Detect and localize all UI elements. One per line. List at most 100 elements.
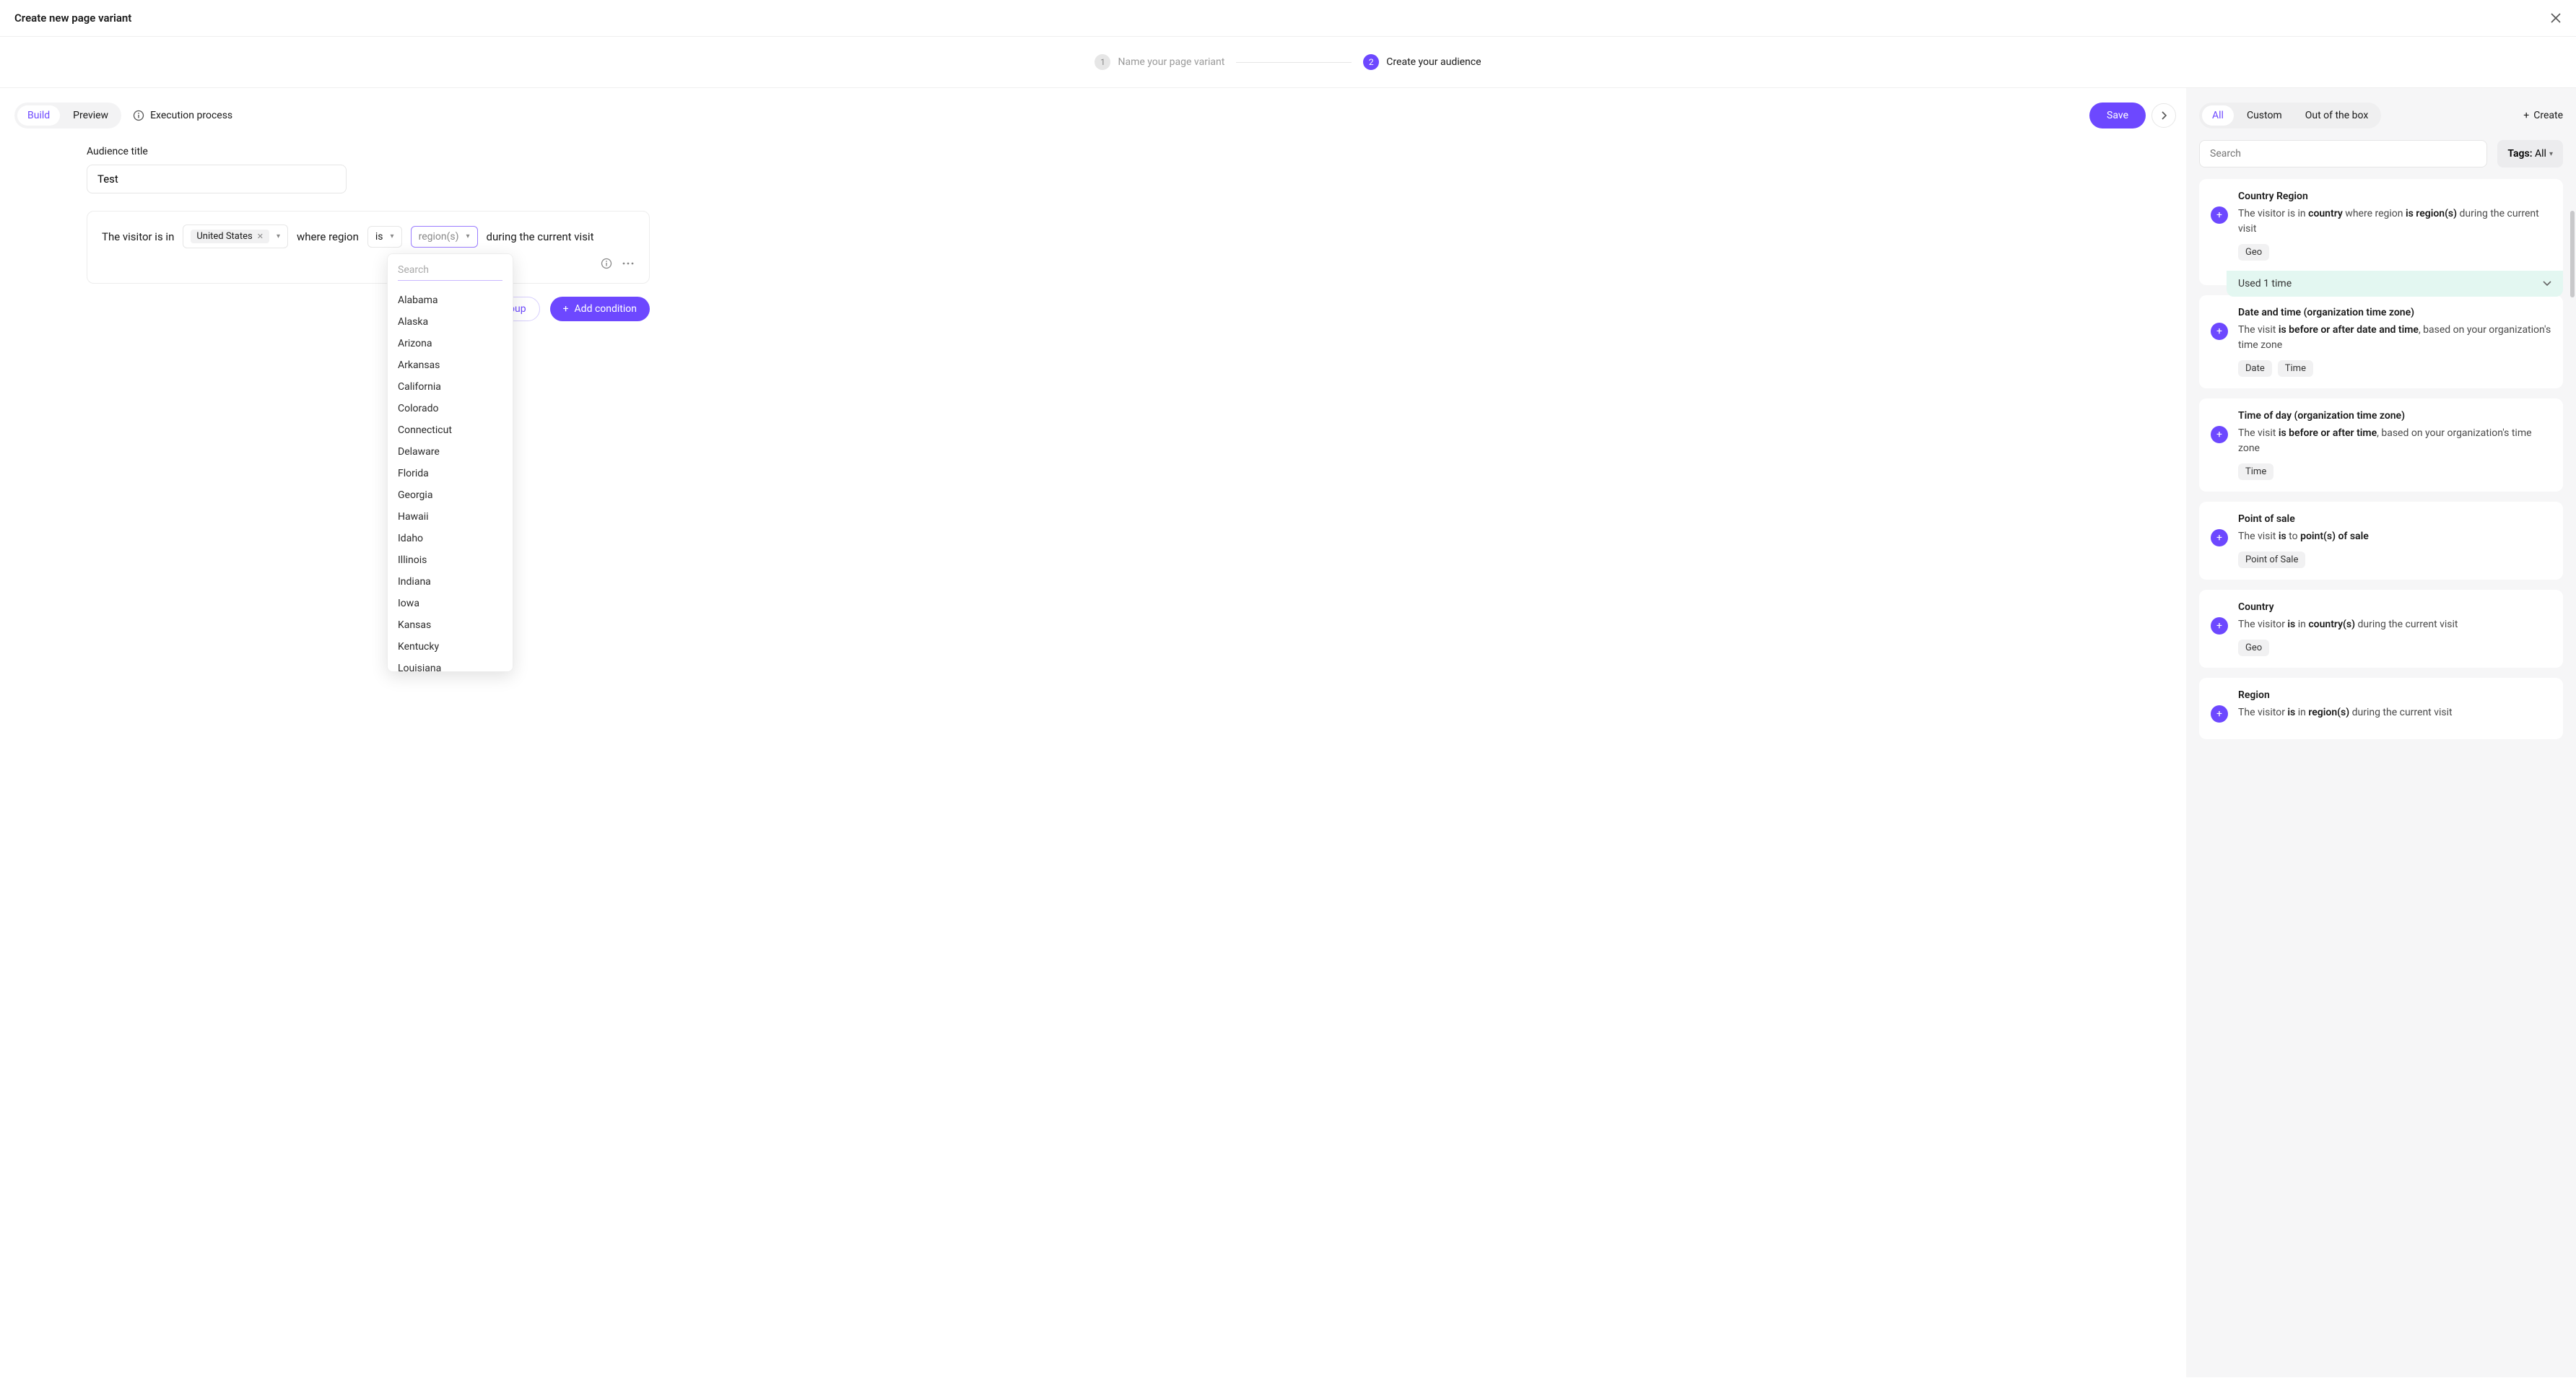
region-option[interactable]: Arizona <box>388 333 513 354</box>
condition-text-where-region: where region <box>297 230 359 243</box>
tab-out-of-the-box[interactable]: Out of the box <box>2295 105 2379 126</box>
operator-select[interactable]: is ▾ <box>367 226 402 248</box>
region-select-placeholder: region(s) <box>419 231 459 243</box>
audience-tag: Time <box>2238 463 2273 480</box>
chevron-down-icon: ▾ <box>391 232 394 240</box>
collapse-right-panel-button[interactable] <box>2151 103 2176 128</box>
tags-value: All <box>2535 148 2546 160</box>
step-connector <box>1236 62 1352 63</box>
save-button[interactable]: Save <box>2089 103 2146 128</box>
region-option[interactable]: Alabama <box>388 289 513 311</box>
step-1-number: 1 <box>1095 54 1110 70</box>
region-dropdown-list: AlabamaAlaskaArizonaArkansasCaliforniaCo… <box>388 285 513 672</box>
create-label: Create <box>2533 110 2563 121</box>
modal-header: Create new page variant <box>0 0 2576 37</box>
used-text: Used 1 time <box>2238 278 2292 289</box>
region-option[interactable]: Kansas <box>388 614 513 636</box>
region-option[interactable]: Georgia <box>388 484 513 506</box>
stepper: 1 Name your page variant 2 Create your a… <box>0 37 2576 88</box>
create-audience-button[interactable]: + Create <box>2523 110 2563 121</box>
used-indicator[interactable]: Used 1 time <box>2227 271 2563 297</box>
tab-all[interactable]: All <box>2202 105 2234 126</box>
country-chip[interactable]: United States ✕ <box>191 230 269 243</box>
audience-tag: Date <box>2238 360 2272 377</box>
audience-card: +Time of day (organization time zone)The… <box>2199 398 2563 492</box>
step-2-number: 2 <box>1363 54 1379 70</box>
audience-card: + Country The visitor is in country(s) dur… <box>2199 590 2563 668</box>
audience-card: + Point of sale The visit is to point(s) o… <box>2199 502 2563 580</box>
add-condition-button[interactable]: + Add condition <box>550 297 650 321</box>
step-1-label: Name your page variant <box>1118 56 1224 68</box>
tags-label: Tags: <box>2507 148 2532 160</box>
region-select[interactable]: region(s) ▾ <box>411 226 478 248</box>
audience-card-tags: Time <box>2238 463 2551 480</box>
region-option[interactable]: Arkansas <box>388 354 513 376</box>
add-audience-icon[interactable]: + <box>2211 426 2228 443</box>
tab-custom[interactable]: Custom <box>2237 105 2292 126</box>
condition-info-icon[interactable] <box>600 257 613 270</box>
tab-preview[interactable]: Preview <box>63 105 118 126</box>
plus-icon: + <box>563 303 569 315</box>
modal-title: Create new page variant <box>14 12 131 25</box>
country-select[interactable]: United States ✕ ▾ <box>183 225 288 248</box>
audience-card: + Date and time (organization time zone) T… <box>2199 295 2563 388</box>
region-option[interactable]: Connecticut <box>388 419 513 441</box>
audience-card-tags: Geo <box>2238 640 2551 656</box>
audience-card: + Country Region The visitor is in country… <box>2199 179 2563 285</box>
region-option[interactable]: Delaware <box>388 441 513 463</box>
audience-title-input[interactable] <box>87 165 347 193</box>
audience-card: +RegionThe visitor is in region(s) durin… <box>2199 678 2563 739</box>
add-condition-label: Add condition <box>575 303 637 315</box>
add-audience-icon[interactable]: + <box>2211 323 2228 340</box>
condition-card: The visitor is in United States ✕ ▾ wher… <box>87 211 650 284</box>
scrollbar-thumb[interactable] <box>2570 211 2575 297</box>
region-option[interactable]: Illinois <box>388 549 513 571</box>
audience-card-tags: Geo <box>2238 244 2551 261</box>
remove-country-icon[interactable]: ✕ <box>257 232 264 241</box>
region-option[interactable]: Hawaii <box>388 506 513 528</box>
add-audience-icon[interactable]: + <box>2211 529 2228 546</box>
add-audience-icon[interactable]: + <box>2211 705 2228 723</box>
region-option[interactable]: Colorado <box>388 398 513 419</box>
region-option[interactable]: Louisiana <box>388 658 513 672</box>
step-1[interactable]: 1 Name your page variant <box>1095 54 1224 70</box>
region-option[interactable]: Kentucky <box>388 636 513 658</box>
region-option[interactable]: Iowa <box>388 593 513 614</box>
close-icon[interactable] <box>2550 12 2562 24</box>
audience-card-tags: Point of Sale <box>2238 552 2551 568</box>
left-panel: Build Preview Execution process Save Aud… <box>0 88 2186 1377</box>
region-option[interactable]: Alaska <box>388 311 513 333</box>
chevron-down-icon: ▾ <box>466 232 470 240</box>
audience-card-title: Country <box>2238 601 2551 613</box>
audience-card-description: The visitor is in country(s) during the … <box>2238 617 2551 632</box>
audience-card-title: Country Region <box>2238 191 2551 202</box>
audience-card-title: Point of sale <box>2238 513 2551 525</box>
region-option[interactable]: Idaho <box>388 528 513 549</box>
tab-build[interactable]: Build <box>17 105 60 126</box>
tags-filter-button[interactable]: Tags: All ▾ <box>2497 140 2563 167</box>
operator-label: is <box>375 231 383 243</box>
condition-text-suffix: during the current visit <box>487 230 594 243</box>
right-panel: All Custom Out of the box + Create Tags:… <box>2186 88 2576 1377</box>
region-dropdown-search[interactable] <box>398 260 502 281</box>
chevron-down-icon: ▾ <box>277 232 280 240</box>
audience-card-title: Date and time (organization time zone) <box>2238 307 2551 318</box>
audience-card-description: The visit is before or after date and ti… <box>2238 323 2551 353</box>
audience-card-description: The visit is to point(s) of sale <box>2238 529 2551 544</box>
add-audience-icon[interactable]: + <box>2211 617 2228 635</box>
region-option[interactable]: California <box>388 376 513 398</box>
mode-tabs: Build Preview <box>14 103 121 128</box>
region-option[interactable]: Indiana <box>388 571 513 593</box>
chevron-down-icon: ▾ <box>2549 150 2553 158</box>
info-icon <box>133 110 144 121</box>
execution-process-link[interactable]: Execution process <box>133 110 232 121</box>
add-audience-icon[interactable]: + <box>2211 206 2228 224</box>
region-dropdown: AlabamaAlaskaArizonaArkansasCaliforniaCo… <box>387 253 513 672</box>
condition-more-icon[interactable] <box>622 257 635 270</box>
step-2[interactable]: 2 Create your audience <box>1363 54 1481 70</box>
region-option[interactable]: Florida <box>388 463 513 484</box>
audience-card-description: The visitor is in country where region i… <box>2238 206 2551 237</box>
audience-search-input[interactable] <box>2199 140 2487 167</box>
execution-process-label: Execution process <box>150 110 232 121</box>
audience-tag: Geo <box>2238 640 2269 656</box>
